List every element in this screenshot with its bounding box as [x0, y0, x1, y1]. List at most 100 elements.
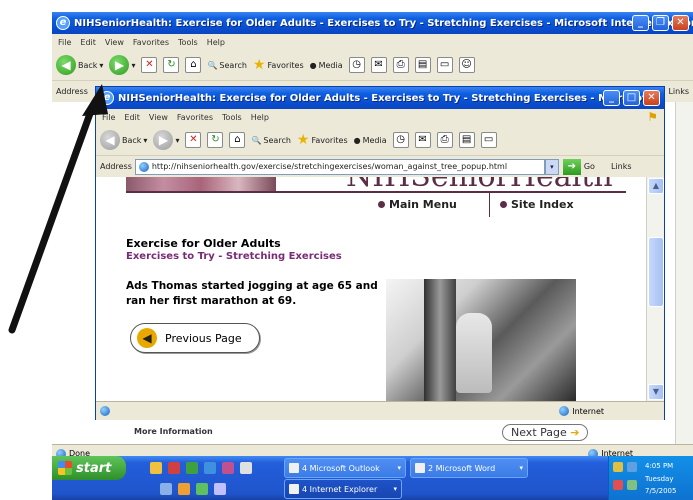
forward-arrow-icon: ▶ [153, 130, 174, 150]
favorites-star-icon: ★ [252, 57, 266, 73]
previous-page-button[interactable]: ◀ Previous Page [130, 323, 260, 353]
refresh-icon[interactable]: ↻ [207, 132, 224, 148]
search-button[interactable]: 🔍 Search [207, 61, 246, 70]
back-window-titlebar[interactable]: e NIHSeniorHealth: Exercise for Older Ad… [52, 12, 693, 34]
home-icon[interactable]: ⌂ [185, 57, 202, 73]
menu-tools[interactable]: Tools [178, 38, 198, 47]
bullet-icon [378, 201, 385, 208]
start-button[interactable]: start [52, 456, 126, 480]
minimize-button[interactable]: _ [632, 15, 649, 31]
menu-help[interactable]: Help [251, 113, 269, 122]
mail-icon[interactable]: ✉ [414, 132, 431, 148]
stop-icon[interactable]: ✕ [185, 132, 202, 148]
close-button[interactable]: ✕ [672, 15, 689, 31]
favorites-button[interactable]: ★ Favorites [297, 132, 348, 148]
site-index-link[interactable]: Site Index [500, 198, 574, 211]
back-button[interactable]: ◀ Back ▾ [56, 55, 103, 75]
restore-button[interactable]: ❐ [652, 15, 669, 31]
menu-file[interactable]: File [58, 38, 71, 47]
popup-vertical-scrollbar[interactable]: ▲ ▼ [646, 177, 664, 401]
quicklaunch-icon[interactable] [160, 483, 172, 495]
popup-maximize-button[interactable]: □ [623, 90, 640, 106]
scroll-down-icon[interactable]: ▼ [648, 384, 664, 400]
history-icon[interactable]: ◷ [392, 132, 409, 148]
media-button[interactable]: ● Media [310, 61, 343, 70]
messenger-icon[interactable]: ☺ [458, 57, 475, 73]
quicklaunch-icon[interactable] [168, 462, 180, 474]
back-arrow-icon: ◀ [56, 55, 76, 75]
task-internet-explorer[interactable]: 4 Internet Explorer ▾ [284, 479, 402, 499]
main-menu-link[interactable]: Main Menu [378, 198, 457, 211]
forward-arrow-icon: ▶ [109, 55, 130, 75]
stop-icon[interactable]: ✕ [141, 57, 158, 73]
history-icon[interactable]: ◷ [348, 57, 365, 73]
menu-edit[interactable]: Edit [124, 113, 140, 122]
url-field[interactable]: http://nihseniorhealth.gov/exercise/stre… [134, 158, 545, 175]
links-label[interactable]: Links [668, 87, 689, 96]
back-window-title: NIHSeniorHealth: Exercise for Older Adul… [74, 17, 693, 29]
quicklaunch-icon[interactable] [186, 462, 198, 474]
task-microsoft-word[interactable]: 2 Microsoft Word ▾ [410, 458, 528, 478]
back-button[interactable]: ◀ Back ▾ [100, 130, 147, 150]
quicklaunch-icon[interactable] [214, 483, 226, 495]
popup-titlebar[interactable]: e NIHSeniorHealth: Exercise for Older Ad… [96, 87, 664, 109]
scroll-up-icon[interactable]: ▲ [648, 178, 664, 194]
menu-view[interactable]: View [149, 113, 168, 122]
print-icon[interactable]: ⎙ [436, 132, 453, 148]
menu-edit[interactable]: Edit [80, 38, 96, 47]
popup-minimize-button[interactable]: _ [603, 90, 620, 106]
tray-icon[interactable] [613, 462, 623, 472]
go-button[interactable]: Go [584, 162, 595, 171]
address-label: Address [100, 162, 132, 171]
search-button[interactable]: 🔍 Search [251, 136, 290, 145]
print-icon[interactable]: ⎙ [392, 57, 409, 73]
more-information-link[interactable]: More Information [134, 427, 213, 436]
quicklaunch-icon[interactable] [178, 483, 190, 495]
menu-view[interactable]: View [105, 38, 124, 47]
edit-icon[interactable]: ▤ [458, 132, 475, 148]
back-vertical-scrollbar[interactable] [675, 102, 693, 444]
clock-date[interactable]: 7/5/2005 [645, 487, 676, 495]
links-label[interactable]: Links [611, 162, 632, 171]
menu-tools[interactable]: Tools [222, 113, 242, 122]
quicklaunch-icon[interactable] [204, 462, 216, 474]
quicklaunch-icon[interactable] [196, 483, 208, 495]
ie-page-icon [100, 406, 110, 416]
status-zone: Internet [559, 406, 604, 416]
media-icon: ● [309, 60, 317, 70]
clock-time[interactable]: 4:05 PM [645, 462, 673, 470]
menu-file[interactable]: File [102, 113, 115, 122]
media-button[interactable]: ● Media [354, 136, 387, 145]
clock-day[interactable]: Tuesday [645, 475, 673, 483]
popup-close-button[interactable]: ✕ [643, 90, 660, 106]
folder-icon[interactable]: ▭ [436, 57, 453, 73]
url-dropdown-icon[interactable]: ▾ [544, 158, 559, 175]
forward-button[interactable]: ▶ ▾ [109, 55, 135, 75]
forward-button[interactable]: ▶ ▾ [153, 130, 179, 150]
tray-icon[interactable] [613, 480, 623, 490]
system-tray: 4:05 PM Tuesday 7/5/2005 [608, 456, 693, 500]
bullet-icon [500, 201, 507, 208]
scroll-thumb[interactable] [648, 237, 664, 307]
tray-icon[interactable] [627, 480, 637, 490]
tray-icon[interactable] [627, 462, 637, 472]
menu-favorites[interactable]: Favorites [133, 38, 169, 47]
home-icon[interactable]: ⌂ [229, 132, 246, 148]
go-arrow-icon[interactable]: ➔ [562, 158, 581, 175]
task-microsoft-outlook[interactable]: 4 Microsoft Outlook ▾ [284, 458, 406, 478]
refresh-icon[interactable]: ↻ [163, 57, 180, 73]
quicklaunch-icon[interactable] [150, 462, 162, 474]
favorites-button[interactable]: ★ Favorites [253, 57, 304, 73]
mail-icon[interactable]: ✉ [370, 57, 387, 73]
edit-icon[interactable]: ▤ [414, 57, 431, 73]
next-page-button[interactable]: Next Page ➔ [502, 424, 589, 441]
woman-against-tree-photo [386, 279, 576, 401]
address-label: Address [56, 87, 88, 96]
windows-logo-icon: ⚑ [647, 110, 658, 124]
menu-favorites[interactable]: Favorites [177, 113, 213, 122]
quicklaunch-icon[interactable] [222, 462, 234, 474]
menu-help[interactable]: Help [207, 38, 225, 47]
favorites-star-icon: ★ [296, 132, 310, 148]
folder-icon[interactable]: ▭ [480, 132, 497, 148]
quicklaunch-icon[interactable] [240, 462, 252, 474]
